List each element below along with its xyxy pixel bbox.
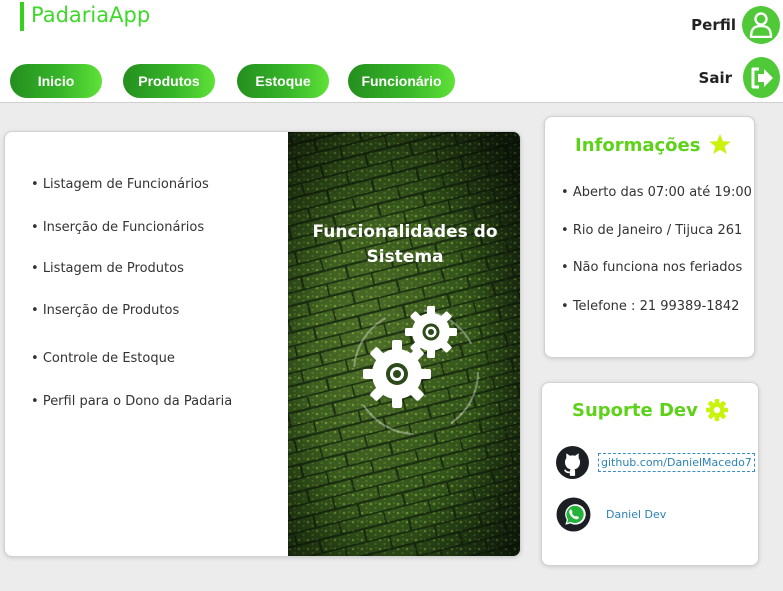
whatsapp-row: Daniel Dev <box>556 497 666 532</box>
nav-button-estoque[interactable]: Estoque <box>237 64 329 98</box>
support-card: Suporte Dev github.com/DanielMacedo7 Dan… <box>541 382 759 566</box>
feature-item: Listagem de Produtos <box>31 261 184 276</box>
logout-link[interactable]: Sair <box>699 57 780 98</box>
support-title: Suporte Dev <box>572 399 728 421</box>
info-item: Telefone : 21 99389-1842 <box>561 299 740 314</box>
github-icon[interactable] <box>556 446 589 479</box>
whatsapp-icon[interactable] <box>556 497 591 532</box>
github-row: github.com/DanielMacedo7 <box>556 446 755 479</box>
logout-label: Sair <box>698 68 732 87</box>
feature-item: Controle de Estoque <box>31 351 175 366</box>
info-card: Informações Aberto das 07:00 até 19:00 R… <box>544 116 755 358</box>
sign-out-icon[interactable] <box>743 57 780 98</box>
feature-item: Inserção de Produtos <box>31 303 179 318</box>
info-item: Aberto das 07:00 até 19:00 <box>561 185 752 200</box>
info-title: Informações <box>575 133 732 157</box>
features-image: Funcionalidades do Sistema <box>288 132 520 556</box>
top-header: PadariaApp Inicio Produtos Estoque Funci… <box>0 0 783 103</box>
profile-label: Perfil <box>691 16 736 34</box>
nav-button-produtos[interactable]: Produtos <box>123 64 215 98</box>
feature-item: Listagem de Funcionários <box>31 177 209 192</box>
info-item: Não funciona nos feriados <box>561 260 742 275</box>
info-item: Rio de Janeiro / Tijuca 261 <box>561 223 742 238</box>
github-link[interactable]: github.com/DanielMacedo7 <box>598 453 755 472</box>
features-card: Listagem de Funcionários Inserção de Fun… <box>4 131 521 557</box>
nav-button-funcionario[interactable]: Funcionário <box>348 64 455 98</box>
whatsapp-link[interactable]: Daniel Dev <box>606 508 666 521</box>
gears-icon <box>363 306 457 408</box>
feature-item: Perfil para o Dono da Padaria <box>31 394 232 409</box>
app-brand[interactable]: PadariaApp <box>20 2 150 31</box>
profile-link[interactable]: Perfil <box>691 6 780 44</box>
star-icon <box>709 134 732 154</box>
feature-item: Inserção de Funcionários <box>31 220 204 235</box>
nav-button-inicio[interactable]: Inicio <box>10 64 102 98</box>
gear-icon <box>705 399 728 421</box>
user-icon[interactable] <box>742 6 780 44</box>
